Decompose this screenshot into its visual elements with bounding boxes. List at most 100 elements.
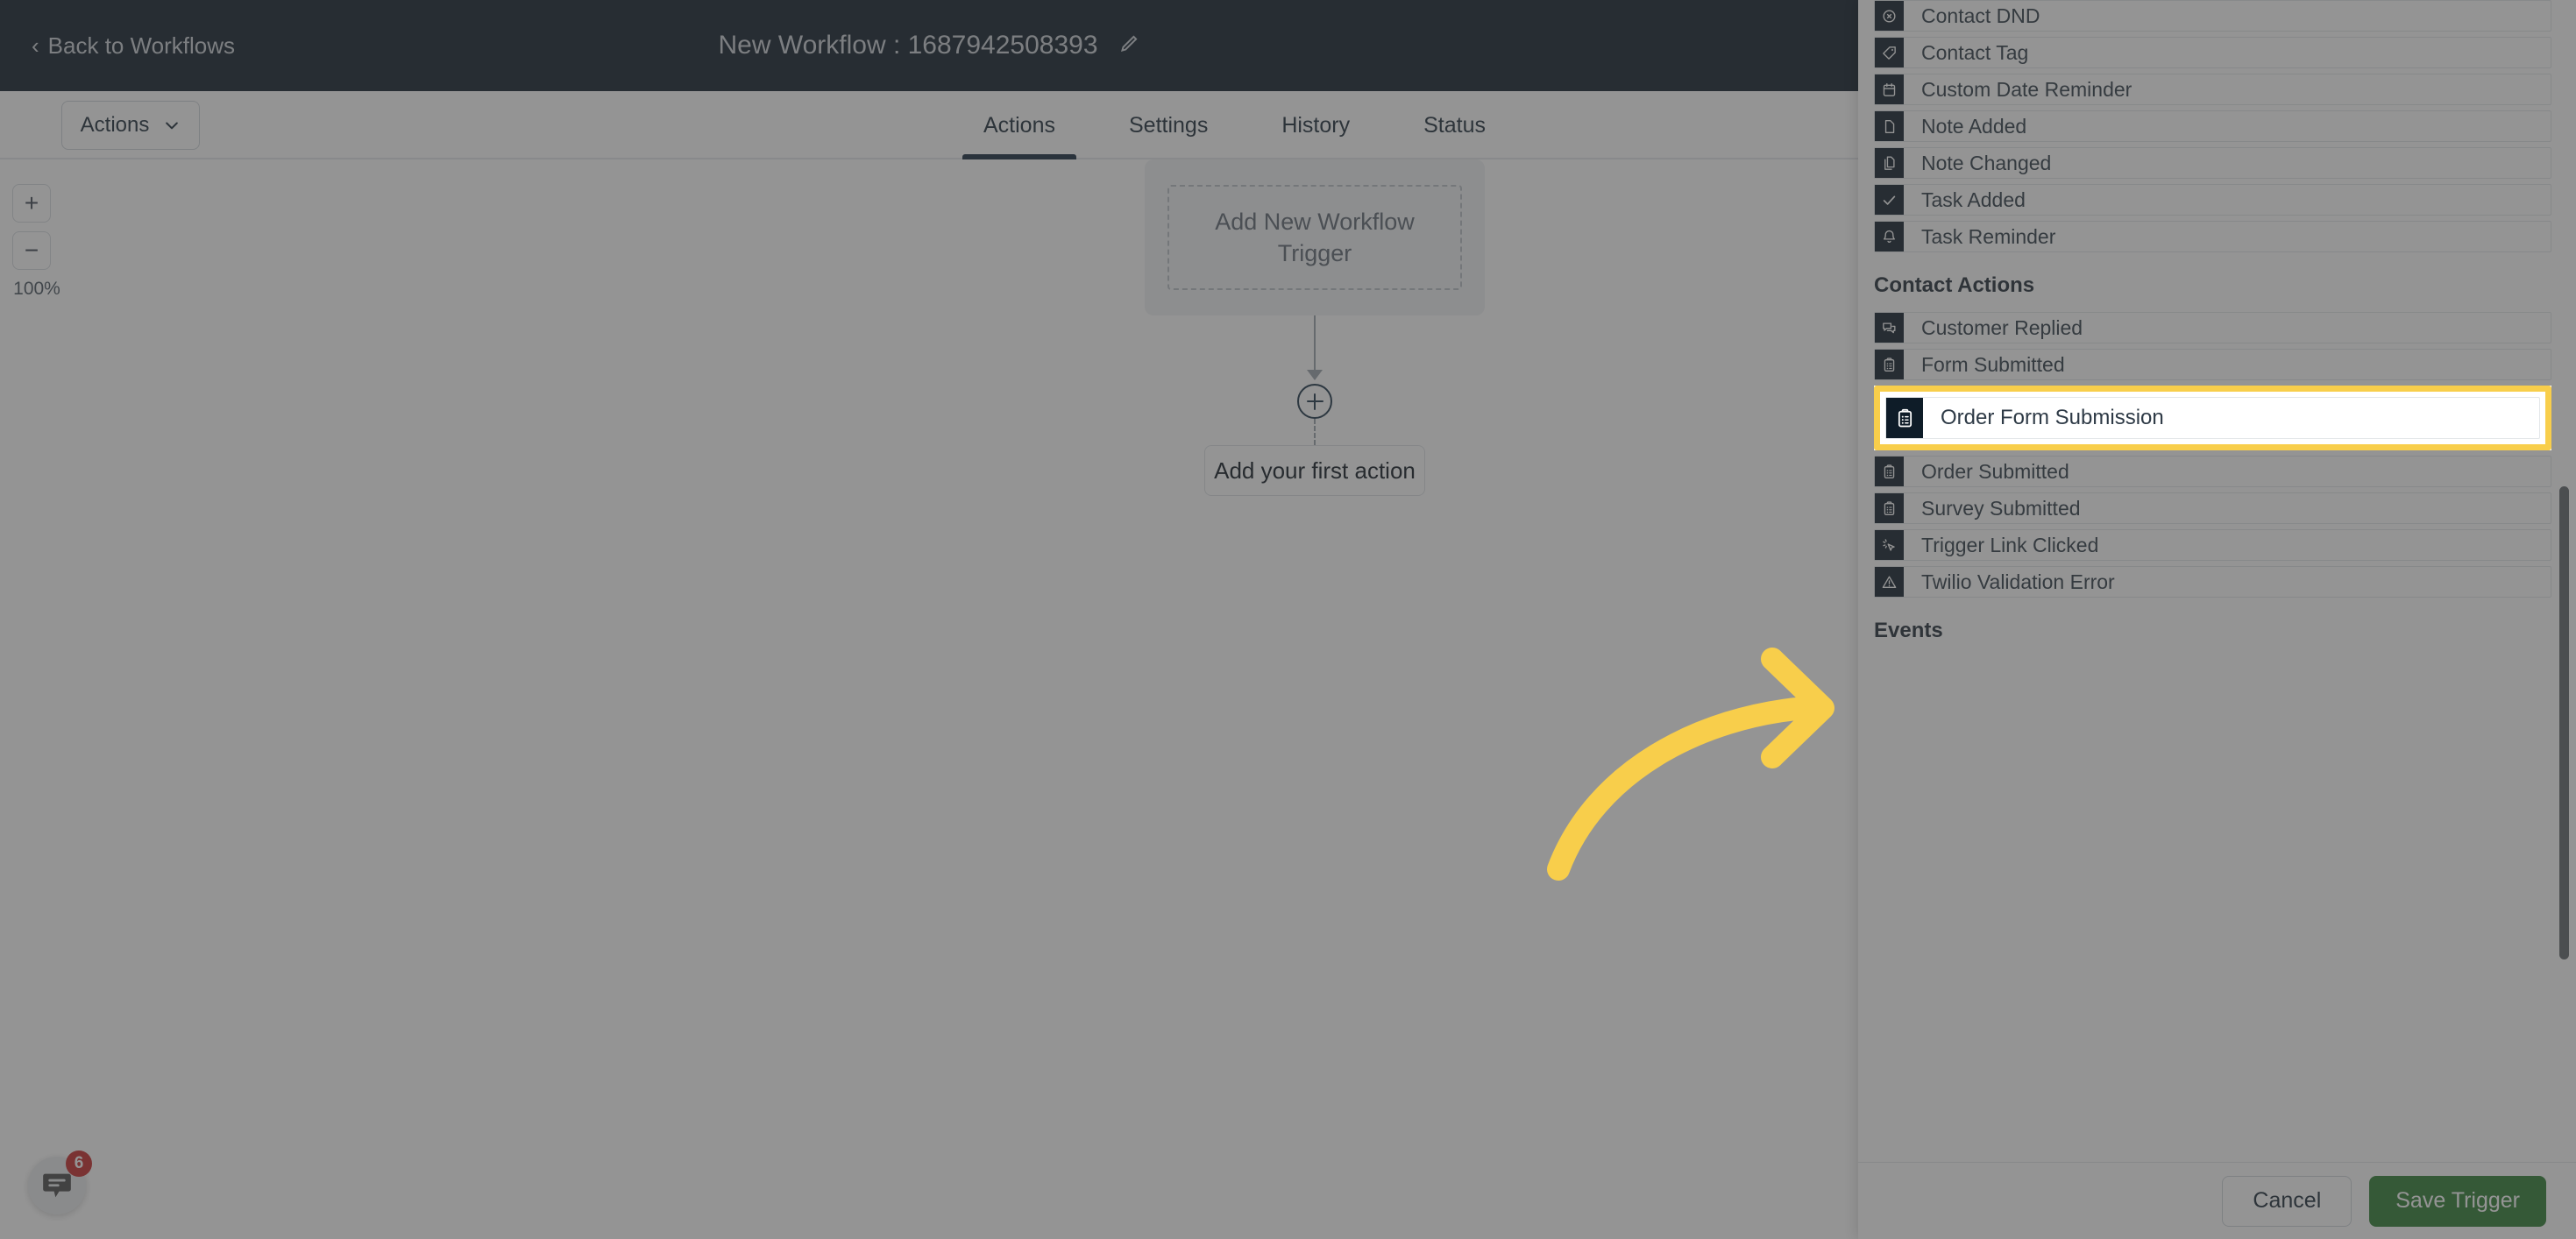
- zoom-in-button[interactable]: +: [12, 184, 51, 223]
- trigger-list-scroll-area[interactable]: Contact DND Contact Tag Custom Date Remind…: [1858, 0, 2576, 1162]
- clipboard-icon-glyph: [1884, 464, 1895, 478]
- zoom-in-label: +: [24, 189, 39, 216]
- connector-arrowhead-icon: [1307, 370, 1323, 380]
- warning-triangle-icon: [1875, 567, 1904, 597]
- contact-dnd-icon: [1875, 1, 1904, 31]
- panel-scrollbar-thumb[interactable]: [2559, 486, 2569, 959]
- trigger-option-task-added[interactable]: Task Added: [1874, 184, 2551, 216]
- trigger-option-survey-submitted[interactable]: Survey Submitted: [1874, 492, 2551, 524]
- workflow-title-group: New Workflow : 1687942508393: [0, 0, 1858, 91]
- panel-footer: Cancel Save Trigger: [1858, 1162, 2576, 1239]
- trigger-option-label: Contact DND: [1921, 4, 2040, 27]
- workflow-tabs: Actions Settings History Status: [947, 91, 1522, 159]
- clipboard-icon-glyph: [1884, 357, 1895, 372]
- screen-root: ‹ Back to Workflows New Workflow : 16879…: [0, 0, 2576, 1239]
- clipboard-icon: [1875, 350, 1904, 379]
- trigger-option-order-form-submission[interactable]: Order Form Submission: [1885, 397, 2540, 439]
- chat-bubbles-icon-glyph: [1883, 322, 1896, 333]
- pencil-icon[interactable]: [1118, 32, 1140, 60]
- trigger-option-contact-tag[interactable]: Contact Tag: [1874, 37, 2551, 68]
- trigger-option-label: Twilio Validation Error: [1921, 570, 2115, 593]
- zoom-level-label: 100%: [13, 279, 60, 299]
- trigger-list: Contact DND Contact Tag Custom Date Remind…: [1874, 0, 2551, 643]
- trigger-option-label: Order Form Submission: [1941, 406, 2164, 429]
- tab-actions[interactable]: Actions: [947, 91, 1092, 159]
- trigger-option-note-added[interactable]: Note Added: [1874, 110, 2551, 142]
- bell-icon-glyph: [1883, 230, 1896, 243]
- add-trigger-label: Add New Workflow Trigger: [1215, 208, 1415, 266]
- check-icon-glyph: [1883, 195, 1896, 205]
- sub-toolbar: Actions Actions Settings History Status: [0, 91, 1858, 159]
- trigger-option-form-submitted[interactable]: Form Submitted: [1874, 349, 2551, 380]
- note-icon-glyph: [1884, 119, 1895, 133]
- trigger-card: Add New Workflow Trigger: [1145, 159, 1485, 315]
- chat-unread-badge: 6: [66, 1150, 92, 1177]
- trigger-option-twilio-validation-error[interactable]: Twilio Validation Error: [1874, 566, 2551, 598]
- tab-history[interactable]: History: [1245, 91, 1387, 159]
- clipboard-icon-glyph: [1898, 408, 1912, 427]
- workflow-flow: Add New Workflow Trigger Add your first …: [1139, 159, 1490, 496]
- trigger-option-trigger-link-clicked[interactable]: Trigger Link Clicked: [1874, 529, 2551, 561]
- chevron-left-icon: ‹: [32, 32, 39, 59]
- trigger-option-label: Task Added: [1921, 188, 2026, 211]
- trigger-option-custom-date-reminder[interactable]: Custom Date Reminder: [1874, 74, 2551, 105]
- add-new-workflow-trigger-button[interactable]: Add New Workflow Trigger: [1167, 185, 1462, 290]
- cancel-button-label: Cancel: [2253, 1188, 2322, 1213]
- section-title-contact-actions: Contact Actions: [1874, 273, 2035, 297]
- trigger-option-label: Note Added: [1921, 114, 2027, 138]
- add-first-action-label: Add your first action: [1214, 457, 1416, 484]
- chat-widget[interactable]: 6: [28, 1150, 92, 1214]
- tab-settings-label: Settings: [1128, 112, 1209, 138]
- warning-triangle-icon-glyph: [1882, 575, 1897, 588]
- trigger-option-label: Customer Replied: [1921, 315, 2083, 339]
- tab-actions-label: Actions: [983, 112, 1055, 138]
- trigger-option-contact-dnd[interactable]: Contact DND: [1874, 0, 2551, 32]
- save-trigger-button[interactable]: Save Trigger: [2369, 1175, 2546, 1227]
- trigger-option-order-submitted[interactable]: Order Submitted: [1874, 456, 2551, 487]
- trigger-option-customer-replied[interactable]: Customer Replied: [1874, 312, 2551, 343]
- tab-status[interactable]: Status: [1387, 91, 1522, 159]
- workflow-title: New Workflow : 1687942508393: [718, 31, 1098, 60]
- clipboard-icon: [1875, 457, 1904, 486]
- trigger-option-label: Survey Submitted: [1921, 496, 2081, 520]
- cursor-click-icon: [1875, 530, 1904, 560]
- actions-dropdown-button[interactable]: Actions: [61, 101, 200, 150]
- clipboard-icon-glyph: [1884, 500, 1895, 515]
- highlighted-trigger-option[interactable]: Order Form Submission: [1874, 386, 2551, 450]
- trigger-option-label: Custom Date Reminder: [1921, 77, 2132, 101]
- add-first-action-button[interactable]: Add your first action: [1204, 445, 1425, 496]
- tag-icon-glyph: [1883, 46, 1896, 60]
- check-icon: [1875, 185, 1904, 215]
- contact-dnd-icon-glyph: [1883, 9, 1896, 23]
- trigger-option-task-reminder[interactable]: Task Reminder: [1874, 221, 2551, 252]
- tab-status-label: Status: [1423, 112, 1486, 138]
- zoom-out-button[interactable]: −: [12, 231, 51, 270]
- zoom-controls: + − 100%: [12, 184, 65, 300]
- section-title-events: Events: [1874, 619, 1943, 642]
- clipboard-icon: [1875, 493, 1904, 523]
- note-icon: [1875, 111, 1904, 141]
- tab-history-label: History: [1281, 112, 1351, 138]
- trigger-option-label: Contact Tag: [1921, 40, 2029, 64]
- trigger-option-note-changed[interactable]: Note Changed: [1874, 147, 2551, 179]
- tab-settings[interactable]: Settings: [1092, 91, 1245, 159]
- calendar-icon: [1875, 74, 1904, 104]
- bell-icon: [1875, 222, 1904, 251]
- cancel-button[interactable]: Cancel: [2222, 1175, 2352, 1227]
- trigger-picker-panel: Contact DND Contact Tag Custom Date Remind…: [1858, 0, 2576, 1239]
- top-header-bar: ‹ Back to Workflows New Workflow : 16879…: [0, 0, 1858, 91]
- clipboard-icon: [1886, 398, 1923, 438]
- trigger-option-label: Order Submitted: [1921, 459, 2069, 483]
- trigger-option-label: Note Changed: [1921, 151, 2052, 174]
- trigger-option-label: Form Submitted: [1921, 352, 2065, 376]
- actions-dropdown-label: Actions: [80, 113, 150, 137]
- zoom-out-label: −: [24, 237, 39, 264]
- back-to-workflows-label: Back to Workflows: [47, 32, 236, 59]
- workflow-canvas: + − 100% Add New Workflow Trigger Add yo…: [0, 159, 1858, 1239]
- note-copy-icon-glyph: [1884, 156, 1895, 170]
- calendar-icon-glyph: [1883, 82, 1896, 96]
- trigger-option-label: Trigger Link Clicked: [1921, 533, 2099, 556]
- plus-circle-icon[interactable]: [1297, 384, 1332, 419]
- back-to-workflows-link[interactable]: ‹ Back to Workflows: [32, 32, 235, 60]
- chat-bubbles-icon: [1875, 313, 1904, 343]
